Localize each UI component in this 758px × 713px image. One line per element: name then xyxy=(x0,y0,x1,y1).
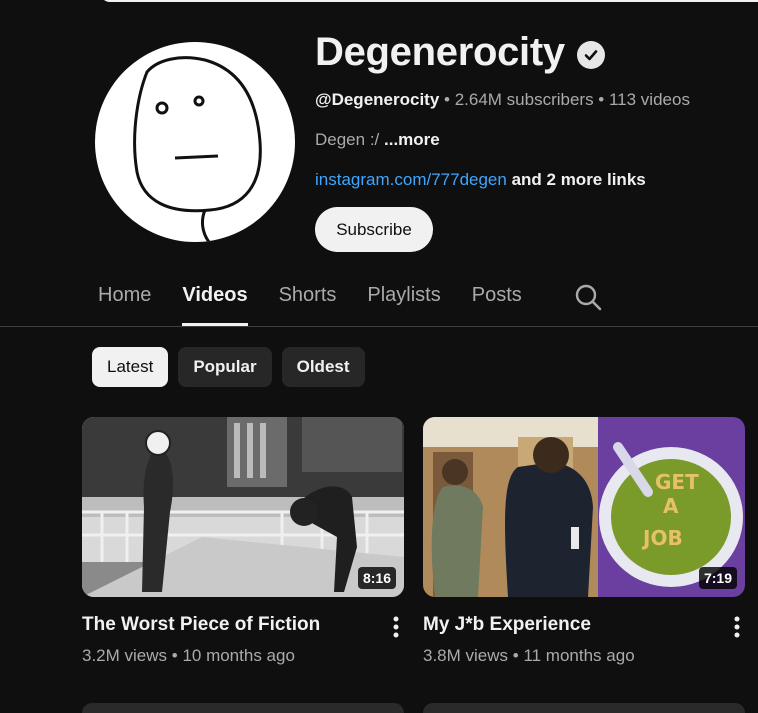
video-card[interactable]: GET A JOB 7:19 My J*b Experience 3.8M vi… xyxy=(423,417,745,665)
video-views: 3.2M views xyxy=(82,646,168,665)
tabs-divider xyxy=(0,326,758,327)
svg-text:GET: GET xyxy=(655,470,699,494)
channel-avatar[interactable] xyxy=(95,42,295,242)
chip-popular[interactable]: Popular xyxy=(178,347,272,387)
more-vert-icon[interactable] xyxy=(386,615,406,639)
verified-check-icon xyxy=(576,40,605,69)
more-vert-icon[interactable] xyxy=(727,615,747,639)
video-meta: 3.2M views • 10 months ago xyxy=(82,646,295,666)
description-text: Degen :/ xyxy=(315,130,384,149)
svg-text:JOB: JOB xyxy=(641,526,683,550)
channel-meta: @Degenerocity • 2.64M subscribers • 113 … xyxy=(315,90,690,110)
video-thumbnail[interactable]: GET A JOB 7:19 xyxy=(423,417,745,597)
video-count: 113 videos xyxy=(608,90,690,109)
channel-handle: @Degenerocity xyxy=(315,90,440,109)
tab-videos[interactable]: Videos xyxy=(182,268,248,326)
video-age: 10 months ago xyxy=(182,646,295,665)
subscriber-count: 2.64M subscribers xyxy=(454,90,594,109)
tab-shorts[interactable]: Shorts xyxy=(279,268,337,326)
tab-posts[interactable]: Posts xyxy=(472,268,522,326)
description-more-link[interactable]: ...more xyxy=(384,130,440,149)
next-row-thumbnail-edge xyxy=(423,703,745,713)
chip-oldest[interactable]: Oldest xyxy=(281,347,365,387)
meta-separator: • xyxy=(167,646,183,665)
thumbnail-image: GET A JOB xyxy=(423,417,745,597)
video-title[interactable]: My J*b Experience xyxy=(423,614,591,636)
tab-home[interactable]: Home xyxy=(98,268,151,326)
instagram-link[interactable]: instagram.com/777degen xyxy=(315,170,507,189)
search-icon[interactable] xyxy=(573,282,603,312)
channel-tabs: Home Videos Shorts Playlists Posts xyxy=(98,268,553,326)
video-views: 3.8M views xyxy=(423,646,509,665)
more-links-link[interactable]: and 2 more links xyxy=(507,170,646,189)
meta-separator: • xyxy=(439,90,455,109)
svg-text:A: A xyxy=(663,494,679,518)
tab-playlists[interactable]: Playlists xyxy=(367,268,440,326)
meta-separator: • xyxy=(593,90,609,109)
video-meta: 3.8M views • 11 months ago xyxy=(423,646,635,666)
meta-separator: • xyxy=(508,646,524,665)
sort-chips: Latest Popular Oldest xyxy=(92,347,375,387)
channel-header: Degenerocity xyxy=(315,30,605,75)
channel-title: Degenerocity xyxy=(315,30,565,74)
video-duration: 7:19 xyxy=(698,567,737,589)
chip-latest[interactable]: Latest xyxy=(92,347,169,387)
thumbnail-image xyxy=(82,417,404,597)
channel-description[interactable]: Degen :/ ...more xyxy=(315,130,440,150)
video-card[interactable]: 8:16 The Worst Piece of Fiction 3.2M vie… xyxy=(82,417,404,665)
subscribe-button[interactable]: Subscribe xyxy=(315,207,433,252)
channel-links: instagram.com/777degen and 2 more links xyxy=(315,170,646,190)
video-thumbnail[interactable]: 8:16 xyxy=(82,417,404,597)
video-age: 11 months ago xyxy=(523,646,635,665)
video-duration: 8:16 xyxy=(357,567,396,589)
top-banner-edge xyxy=(100,0,758,2)
next-row-thumbnail-edge xyxy=(82,703,404,713)
avatar-drawing xyxy=(133,56,262,242)
video-title[interactable]: The Worst Piece of Fiction xyxy=(82,614,320,636)
